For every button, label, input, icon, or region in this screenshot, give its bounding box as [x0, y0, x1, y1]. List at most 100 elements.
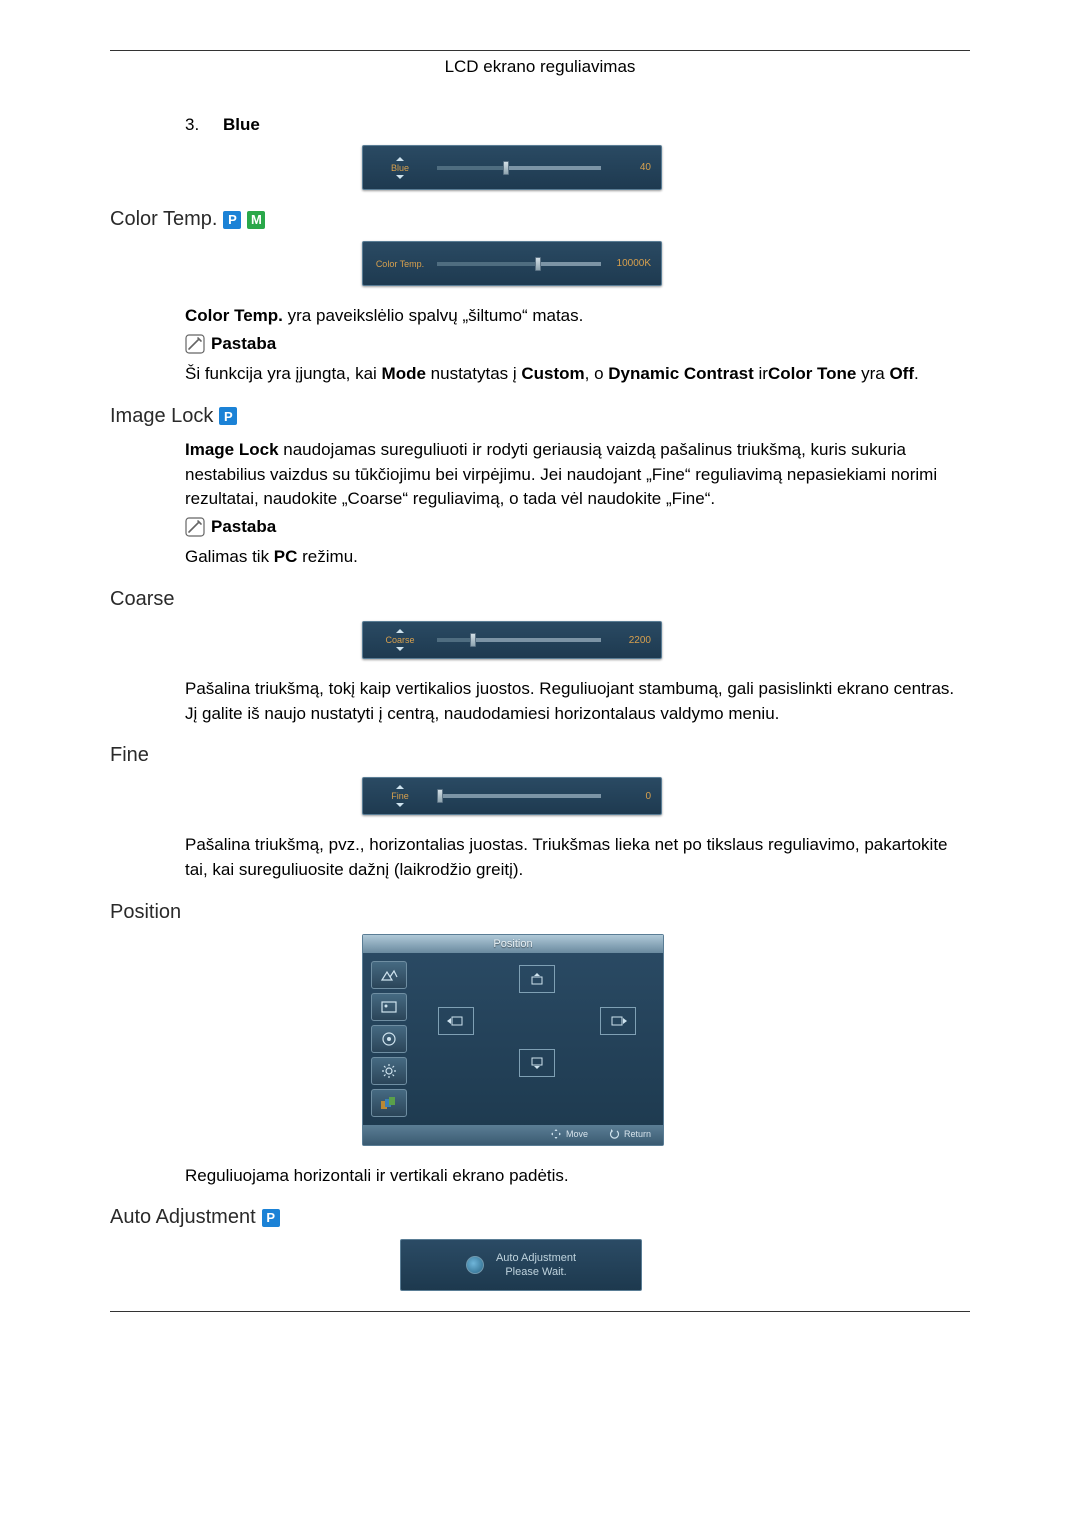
return-icon [608, 1128, 620, 1140]
osd-slider-coarse: Coarse 2200 [362, 621, 662, 659]
osd-label: Color Temp. [376, 257, 424, 271]
heading-color-temp: Color Temp. P M [110, 208, 970, 231]
tag-m-icon: M [247, 211, 265, 229]
osd-value: 2200 [607, 635, 651, 646]
bottom-divider [110, 1311, 970, 1312]
bold-color-tone: Color Tone [768, 364, 856, 383]
heading-text: Color Temp. [110, 208, 217, 231]
note-row: Pastaba [185, 332, 970, 357]
heading-text: Fine [110, 744, 149, 767]
dpad-left [438, 1007, 474, 1035]
osd-value: 10000K [607, 258, 651, 269]
document-page: LCD ekrano reguliavimas 3. Blue Blue 40 … [0, 0, 1080, 1527]
footer-return: Return [608, 1128, 651, 1140]
footer-return-label: Return [624, 1129, 651, 1139]
heading-text: Position [110, 901, 181, 924]
osd-label-block: Coarse [373, 629, 427, 651]
list-item-blue: 3. Blue [185, 115, 970, 135]
arrow-down-icon [396, 647, 404, 651]
osd-label: Coarse [385, 633, 414, 647]
bold-mode: Mode [382, 364, 426, 383]
page-content: 3. Blue Blue 40 Color Temp. P M Color [110, 115, 970, 1312]
heading-fine: Fine [110, 744, 970, 767]
heading-image-lock: Image Lock P [110, 405, 970, 428]
osd-track [437, 262, 601, 266]
osd-thumb [503, 161, 509, 175]
osd-slider-blue: Blue 40 [362, 145, 662, 190]
osd-position-body [363, 953, 663, 1125]
bold-pc: PC [274, 547, 298, 566]
osd-fill [437, 638, 470, 642]
text: yra paveikslėlio spalvų „šiltumo“ matas. [283, 306, 583, 325]
osd-slider-color-temp: Color Temp. 10000K [362, 241, 662, 286]
top-divider [110, 50, 970, 51]
dpad-down [519, 1049, 555, 1077]
color-temp-body: Color Temp. yra paveikslėlio spalvų „šil… [185, 304, 970, 387]
osd-position-panel: Position [362, 934, 664, 1146]
picture-icon [371, 993, 407, 1021]
gear-icon [371, 1057, 407, 1085]
osd-track [437, 638, 601, 642]
text: Ši funkcija yra įjungta, kai [185, 364, 382, 383]
note-icon [185, 517, 205, 537]
tag-p-icon: P [223, 211, 241, 229]
osd-fill [437, 166, 503, 170]
footer-move-label: Move [566, 1129, 588, 1139]
bold-off: Off [889, 364, 914, 383]
text: , o [585, 364, 609, 383]
osd-position-title: Position [363, 935, 663, 953]
osd-dpad [419, 961, 655, 1117]
text: yra [856, 364, 889, 383]
osd-value: 0 [607, 791, 651, 802]
osd-thumb [470, 633, 476, 647]
footer-move: Move [550, 1128, 588, 1140]
osd-label: Fine [391, 789, 409, 803]
image-lock-body: Image Lock naudojamas sureguliuoti ir ro… [185, 438, 970, 570]
osd-value: 40 [607, 162, 651, 173]
osd-label-block: Fine [373, 785, 427, 807]
fine-body: Pašalina triukšmą, pvz., horizontalias j… [185, 833, 970, 882]
heading-text: Image Lock [110, 405, 213, 428]
arrow-down-icon [396, 803, 404, 807]
osd-thumb [535, 257, 541, 271]
text: Pašalina triukšmą, tokį kaip vertikalios… [185, 677, 970, 726]
bold-image-lock: Image Lock [185, 440, 279, 459]
multi-icon [371, 1089, 407, 1117]
text: Reguliuojama horizontali ir vertikali ek… [185, 1164, 970, 1189]
osd-label-block: Blue [373, 157, 427, 179]
osd-label: Blue [391, 161, 409, 175]
heading-text: Coarse [110, 588, 174, 611]
text: ir [754, 364, 768, 383]
page-header: LCD ekrano reguliavimas [110, 57, 970, 77]
coarse-body: Pašalina triukšmą, tokį kaip vertikalios… [185, 677, 970, 726]
osd-fill [437, 262, 535, 266]
list-number: 3. [185, 115, 199, 135]
note-row: Pastaba [185, 515, 970, 540]
heading-position: Position [110, 901, 970, 924]
target-icon [371, 1025, 407, 1053]
osd-thumb [437, 789, 443, 803]
auto-box-text: Auto Adjustment Please Wait. [496, 1251, 576, 1280]
osd-auto-adjustment: Auto Adjustment Please Wait. [400, 1239, 642, 1291]
auto-line2: Please Wait. [496, 1265, 576, 1279]
text: . [914, 364, 919, 383]
auto-line1: Auto Adjustment [496, 1251, 576, 1265]
osd-sidebar [371, 961, 409, 1117]
heading-text: Auto Adjustment [110, 1206, 256, 1229]
dpad-right [600, 1007, 636, 1035]
text: naudojamas sureguliuoti ir rodyti geriau… [185, 440, 937, 508]
heading-coarse: Coarse [110, 588, 970, 611]
osd-track [437, 794, 601, 798]
tag-p-icon: P [219, 407, 237, 425]
move-icon [550, 1128, 562, 1140]
text: režimu. [297, 547, 357, 566]
note-label: Pastaba [211, 515, 276, 540]
progress-icon [466, 1256, 484, 1274]
text: nustatytas į [426, 364, 521, 383]
note-label: Pastaba [211, 332, 276, 357]
arrow-down-icon [396, 175, 404, 179]
input-icon [371, 961, 407, 989]
dpad-up [519, 965, 555, 993]
osd-track [437, 166, 601, 170]
bold-custom: Custom [521, 364, 584, 383]
